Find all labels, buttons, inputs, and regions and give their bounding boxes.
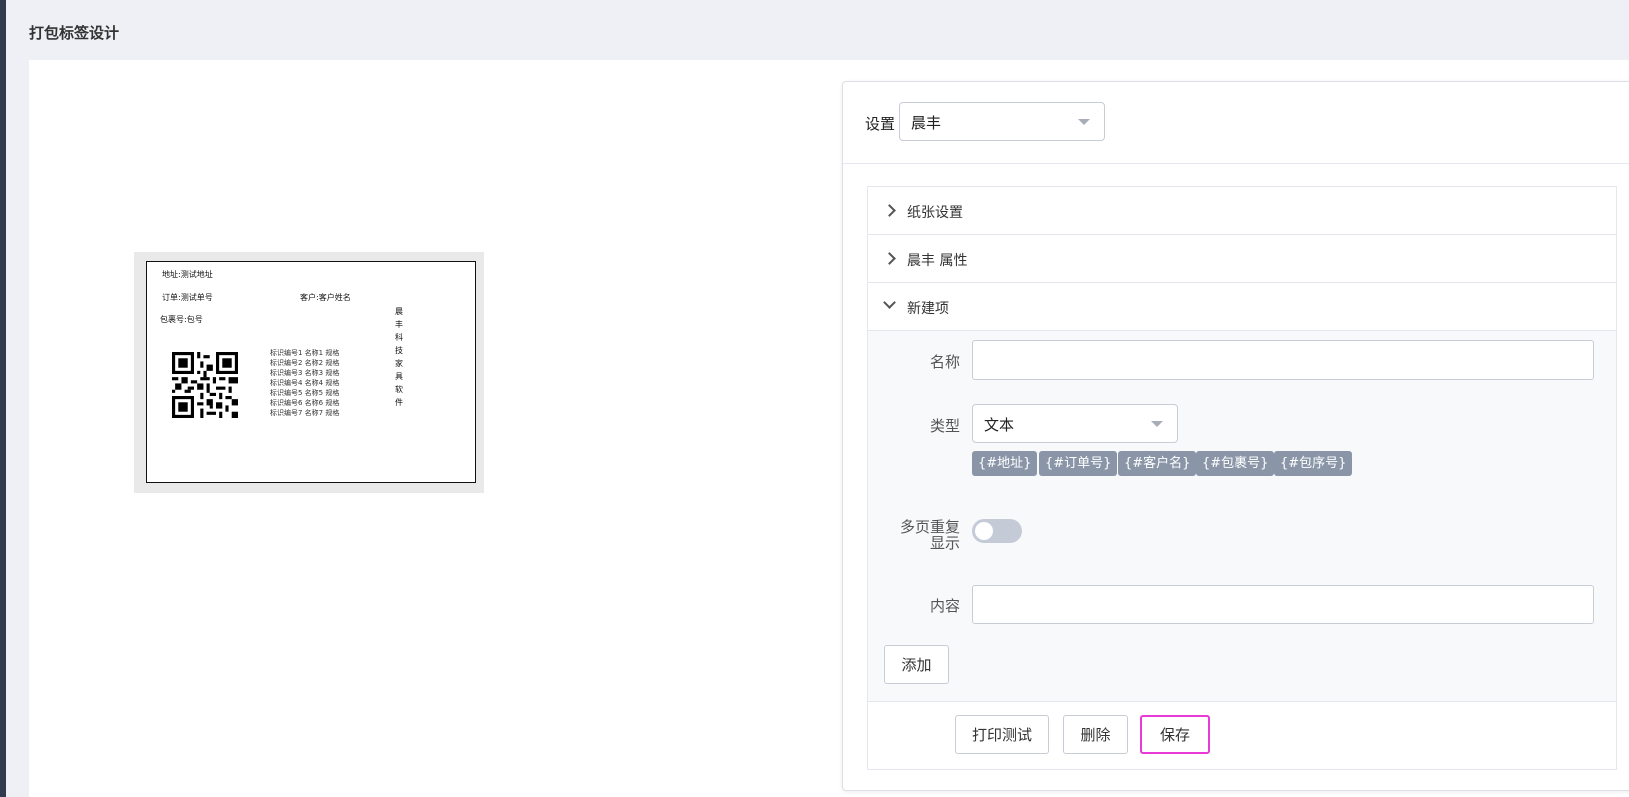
label-detail-line: 标识编号7 名称7 规格 [270,409,340,417]
chevron-down-icon [1078,119,1090,125]
vertical-char: 件 [395,398,403,407]
add-button[interactable]: 添加 [884,645,949,684]
type-select[interactable]: 文本 [972,404,1178,443]
label-preview: 地址:测试地址 订单:测试单号 客户:客户姓名 包裹号:包号 标识编号1 名称1… [134,252,484,493]
left-sidebar-edge [0,0,6,797]
accordion-properties-label: 晨丰 属性 [907,253,968,269]
chevron-down-icon [1151,421,1163,427]
label-package: 包裹号:包号 [160,315,203,324]
label-detail-lines: 标识编号1 名称1 规格 标识编号2 名称2 规格 标识编号3 名称3 规格 标… [270,348,339,418]
name-label: 名称 [929,353,960,371]
label-canvas: 地址:测试地址 订单:测试单号 客户:客户姓名 包裹号:包号 标识编号1 名称1… [146,261,476,483]
repeat-label: 多页重复 显示 [888,519,960,551]
type-select-value: 文本 [984,416,1015,434]
settings-label: 设置 [865,115,896,133]
label-detail-line: 标识编号6 名称6 规格 [270,399,340,407]
chevron-right-icon [883,204,896,217]
page-title: 打包标签设计 [29,24,120,42]
label-address: 地址:测试地址 [162,270,213,279]
repeat-toggle[interactable] [972,519,1022,543]
chevron-right-icon [883,252,896,265]
template-select-value: 晨丰 [911,114,942,132]
template-select[interactable]: 晨丰 [899,102,1105,141]
label-detail-line: 标识编号1 名称1 规格 [270,349,340,357]
accordion-properties[interactable]: 晨丰 属性 [868,235,1616,283]
toggle-knob [975,522,993,540]
vertical-char: 技 [395,346,403,355]
name-input[interactable] [972,340,1594,380]
label-order: 订单:测试单号 [162,293,213,302]
new-item-form: 名称 类型 文本 {#地址} {#订单号} {#客户名} {#包裹号} {#包序… [868,331,1616,702]
qr-code-icon [172,352,238,418]
tag-customer-name[interactable]: {#客户名} [1118,451,1197,476]
tag-package-sequence[interactable]: {#包序号} [1274,451,1353,476]
settings-panel: 设置 晨丰 纸张设置 晨丰 属性 新建项 名称 类型 文本 {#地址} {#订单… [842,81,1629,791]
vertical-char: 科 [395,333,403,342]
vertical-char: 具 [395,372,403,381]
vertical-char: 家 [395,359,403,368]
content-label: 内容 [929,597,960,615]
vertical-char: 晨 [395,307,403,316]
print-test-button[interactable]: 打印测试 [955,715,1049,754]
label-detail-line: 标识编号5 名称5 规格 [270,389,340,397]
tag-address[interactable]: {#地址} [972,451,1038,476]
label-detail-line: 标识编号2 名称2 规格 [270,359,340,367]
tag-package-number[interactable]: {#包裹号} [1196,451,1275,476]
accordion-new-item-label: 新建项 [907,301,949,317]
tag-order-number[interactable]: {#订单号} [1039,451,1118,476]
label-vertical-text: 晨 丰 科 技 家 具 软 件 [394,305,404,409]
accordion-new-item[interactable]: 新建项 [868,283,1616,331]
accordion-paper-settings[interactable]: 纸张设置 [868,187,1616,235]
delete-button[interactable]: 删除 [1063,715,1128,754]
label-detail-line: 标识编号4 名称4 规格 [270,379,340,387]
label-detail-line: 标识编号3 名称3 规格 [270,369,340,377]
vertical-char: 软 [395,385,403,394]
content-input[interactable] [972,585,1594,624]
vertical-char: 丰 [395,320,403,329]
chevron-down-icon [883,296,896,309]
accordion-paper-label: 纸张设置 [907,205,963,221]
repeat-label-line1: 多页重复 [899,518,960,536]
label-customer: 客户:客户姓名 [300,293,351,302]
settings-header: 设置 晨丰 [843,82,1629,164]
settings-accordion: 纸张设置 晨丰 属性 新建项 名称 类型 文本 {#地址} {#订单号} {#客… [867,186,1617,770]
type-label: 类型 [929,417,960,435]
repeat-label-line2: 显示 [929,534,960,552]
save-button[interactable]: 保存 [1140,715,1210,754]
